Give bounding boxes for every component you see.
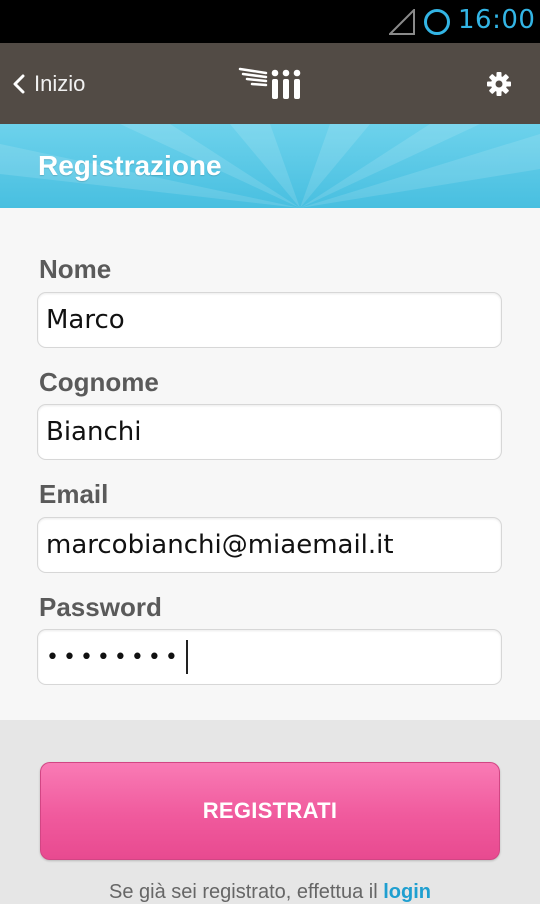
status-bar: 16:00 bbox=[0, 0, 540, 43]
register-button[interactable]: REGISTRATI bbox=[40, 762, 500, 860]
page-header-banner: Registrazione bbox=[0, 124, 540, 208]
cognome-label: Cognome bbox=[39, 367, 159, 397]
text-cursor bbox=[185, 640, 188, 674]
nome-label: Nome bbox=[39, 254, 112, 284]
back-label: Inizio bbox=[34, 71, 86, 96]
cognome-field[interactable]: Bianchi bbox=[37, 404, 502, 460]
password-field[interactable]: •••••••• bbox=[37, 629, 502, 685]
back-button[interactable]: Inizio bbox=[12, 65, 85, 103]
signal-icon bbox=[389, 9, 415, 35]
password-value: •••••••• bbox=[46, 644, 182, 670]
alarm-icon bbox=[424, 9, 450, 35]
cognome-value: Bianchi bbox=[46, 417, 142, 447]
page-title: Registrazione bbox=[38, 150, 222, 181]
register-button-label: REGISTRATI bbox=[202, 798, 338, 823]
gear-icon[interactable] bbox=[485, 70, 513, 98]
login-hint: Se già sei registrato, effettua il login bbox=[0, 881, 540, 904]
password-label: Password bbox=[39, 592, 162, 622]
email-value: marcobianchi@miaemail.it bbox=[46, 530, 394, 560]
nome-value: Marco bbox=[46, 305, 125, 335]
email-label: Email bbox=[39, 479, 109, 509]
email-field[interactable]: marcobianchi@miaemail.it bbox=[37, 517, 502, 573]
winged-logo-icon bbox=[238, 67, 301, 99]
chevron-left-icon bbox=[13, 74, 25, 94]
status-time: 16:00 bbox=[458, 5, 536, 35]
nome-field[interactable]: Marco bbox=[37, 292, 502, 348]
action-bar: Inizio bbox=[0, 43, 540, 124]
